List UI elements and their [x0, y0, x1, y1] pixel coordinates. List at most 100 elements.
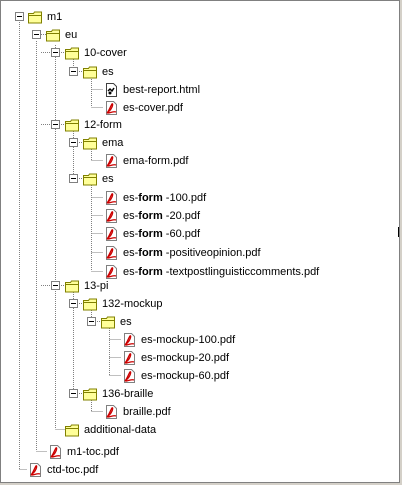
folder-icon: [82, 386, 98, 402]
folder-icon: [82, 171, 98, 187]
tree-node-ema-form[interactable]: ema-form.pdf: [103, 152, 189, 170]
label-prefix: es-: [123, 247, 139, 259]
label-highlight: form: [138, 192, 163, 204]
tree-node-label: braille.pdf: [123, 406, 171, 418]
collapse-toggle-10-cover-es[interactable]: [69, 67, 78, 76]
label-suffix: -60.pdf: [162, 228, 201, 240]
label-prefix: es-: [123, 228, 139, 240]
tree-node-label: es: [120, 316, 132, 328]
tree-node-label: 136-braille: [102, 388, 154, 400]
html-file-icon: [103, 82, 119, 98]
tree-node-es-form-60[interactable]: es-form -60.pdf: [103, 225, 201, 243]
folder-icon: [64, 422, 80, 438]
tree-node-label: ema-form.pdf: [123, 155, 189, 167]
pdf-file-icon: [27, 462, 43, 478]
tree-node-136-braille[interactable]: 136-braille: [82, 385, 154, 403]
label-highlight: form: [138, 266, 163, 278]
tree-node-10-cover[interactable]: 10-cover: [64, 44, 128, 62]
tree-node-label: es-form -positiveopinion.pdf: [122, 246, 262, 260]
collapse-toggle-136-braille[interactable]: [69, 389, 78, 398]
pdf-file-icon: [121, 368, 137, 384]
tree-node-label: es-form -60.pdf: [122, 227, 201, 241]
label-prefix: es-: [123, 210, 139, 222]
tree-node-label: es-mockup-100.pdf: [141, 334, 236, 346]
label-prefix: es-: [123, 266, 139, 278]
tree-node-es-mockup-60[interactable]: es-mockup-60.pdf: [121, 367, 230, 385]
tree-node-label: 12-form: [84, 119, 122, 131]
folder-icon: [64, 117, 80, 133]
tree-node-eu[interactable]: eu: [45, 26, 78, 44]
folder-icon: [82, 296, 98, 312]
label-highlight: form: [138, 228, 163, 240]
tree-node-132-mockup-es[interactable]: es: [100, 313, 133, 331]
tree-node-label: 10-cover: [84, 47, 127, 59]
tree-node-additional-data[interactable]: additional-data: [64, 421, 157, 439]
tree-node-es-cover[interactable]: es-cover.pdf: [103, 99, 184, 117]
collapse-toggle-ema[interactable]: [69, 138, 78, 147]
tree-node-ema[interactable]: ema: [82, 134, 124, 152]
pdf-file-icon: [103, 226, 119, 242]
tree-node-label: m1-toc.pdf: [67, 446, 119, 458]
tree-node-13-pi[interactable]: 13-pi: [64, 277, 109, 295]
label-suffix: -positiveopinion.pdf: [162, 247, 261, 259]
tree-node-12-form[interactable]: 12-form: [64, 116, 123, 134]
tree-node-label: 13-pi: [84, 280, 109, 292]
pdf-file-icon: [103, 100, 119, 116]
tree-node-es-mockup-20[interactable]: es-mockup-20.pdf: [121, 349, 230, 367]
label-highlight: form: [138, 247, 163, 259]
tree-node-es-form-positiveopinion[interactable]: es-form -positiveopinion.pdf: [103, 244, 262, 262]
tree-node-es-mockup-100[interactable]: es-mockup-100.pdf: [121, 331, 236, 349]
pdf-file-icon: [103, 190, 119, 206]
folder-icon: [45, 27, 61, 43]
tree-node-12-form-es[interactable]: es: [82, 170, 115, 188]
folder-tree-panel[interactable]: m1 eu 10-cover es best-report.html es-co…: [0, 0, 400, 483]
tree-node-label: es-mockup-60.pdf: [141, 370, 230, 382]
collapse-toggle-132-mockup-es[interactable]: [87, 317, 96, 326]
pdf-file-icon: [103, 404, 119, 420]
tree-node-m1[interactable]: m1: [27, 8, 63, 26]
tree-node-label: es-form -20.pdf: [122, 209, 201, 223]
collapse-toggle-12-form-es[interactable]: [69, 174, 78, 183]
tree-node-10-cover-es[interactable]: es: [82, 63, 115, 81]
tree-node-m1-toc[interactable]: m1-toc.pdf: [47, 443, 120, 461]
collapse-toggle-m1[interactable]: [15, 12, 24, 21]
pdf-file-icon: [103, 153, 119, 169]
pdf-file-icon: [103, 208, 119, 224]
folder-icon: [82, 135, 98, 151]
collapse-toggle-12-form[interactable]: [51, 120, 60, 129]
label-prefix: es-: [123, 192, 139, 204]
tree-node-best-report[interactable]: best-report.html: [103, 81, 201, 99]
tree-node-label: es: [102, 66, 114, 78]
label-suffix: -textpostlinguisticcomments.pdf: [162, 266, 320, 278]
tree-node-es-form-textpostlinguisticcomments[interactable]: es-form -textpostlinguisticcomments.pdf: [103, 263, 320, 281]
collapse-toggle-eu[interactable]: [32, 30, 41, 39]
pdf-file-icon: [47, 444, 63, 460]
label-suffix: -20.pdf: [162, 210, 201, 222]
tree-node-label: es-cover.pdf: [123, 102, 183, 114]
tree-node-label: es-mockup-20.pdf: [141, 352, 230, 364]
collapse-toggle-132-mockup[interactable]: [69, 299, 78, 308]
label-highlight: form: [138, 210, 163, 222]
tree-node-label: best-report.html: [123, 84, 201, 96]
tree-node-label: eu: [65, 29, 78, 41]
tree-node-es-form-100[interactable]: es-form -100.pdf: [103, 189, 207, 207]
tree-node-label: es: [102, 173, 114, 185]
tree-node-label: ctd-toc.pdf: [47, 464, 99, 476]
collapse-toggle-13-pi[interactable]: [51, 281, 60, 290]
pdf-file-icon: [121, 350, 137, 366]
tree-node-label: es-form -textpostlinguisticcomments.pdf: [122, 265, 320, 279]
tree-node-132-mockup[interactable]: 132-mockup: [82, 295, 164, 313]
pdf-file-icon: [103, 245, 119, 261]
tree-node-es-form-20[interactable]: es-form -20.pdf: [103, 207, 201, 225]
tree-node-braille-pdf[interactable]: braille.pdf: [103, 403, 172, 421]
collapse-toggle-10-cover[interactable]: [51, 48, 60, 57]
folder-icon: [100, 314, 116, 330]
folder-icon: [27, 9, 43, 25]
text-cursor: [398, 227, 399, 237]
label-suffix: -100.pdf: [162, 192, 207, 204]
folder-icon: [64, 45, 80, 61]
tree-node-ctd-toc[interactable]: ctd-toc.pdf: [27, 461, 99, 479]
folder-icon: [64, 278, 80, 294]
tree-node-label: ema: [102, 137, 124, 149]
tree-node-label: es-form -100.pdf: [122, 191, 207, 205]
